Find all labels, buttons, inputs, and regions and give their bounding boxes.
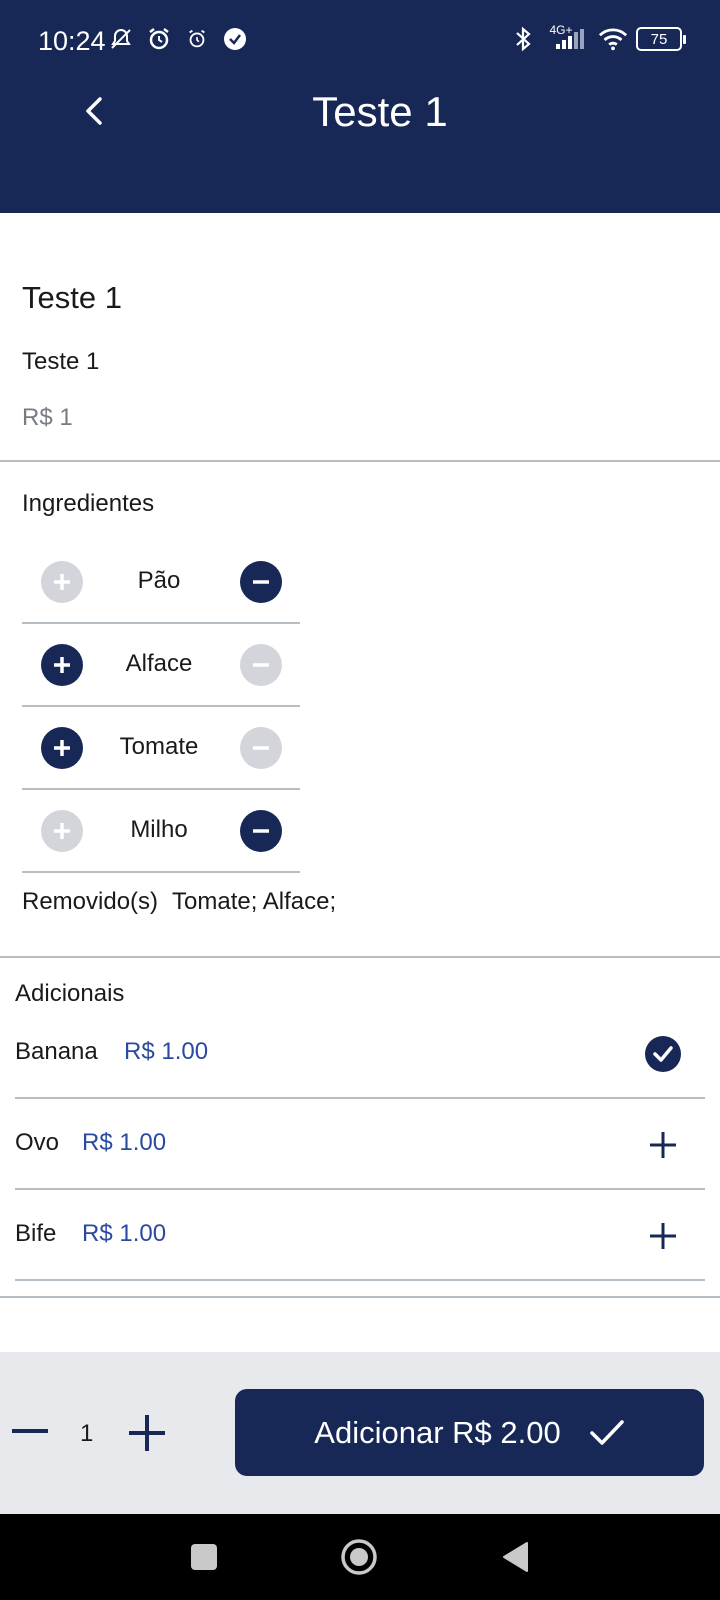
plus-icon	[650, 1223, 676, 1249]
minus-icon	[253, 663, 269, 667]
add-ingredient-button[interactable]	[41, 644, 83, 686]
extra-add-button[interactable]	[643, 1125, 683, 1165]
extra-row-banana[interactable]: Banana R$ 1.00	[15, 1008, 705, 1099]
status-bar: 10:24 4G+ 75	[0, 0, 720, 84]
plus-icon	[129, 1415, 165, 1451]
product-description: Teste 1	[22, 348, 100, 375]
back-nav-button[interactable]	[494, 1536, 536, 1578]
extra-price: R$ 1.00	[82, 1220, 167, 1247]
wifi-icon	[598, 24, 628, 54]
ingredient-row-alface: Alface	[22, 624, 300, 707]
minus-icon	[253, 580, 269, 584]
extra-name: Banana	[15, 1038, 98, 1065]
product-price: R$ 1	[22, 404, 73, 431]
divider	[0, 460, 720, 462]
status-time: 10:24	[38, 26, 106, 56]
bluetooth-icon	[508, 24, 538, 54]
minus-icon	[253, 746, 269, 750]
product-detail-screen: 10:24 4G+ 75 Teste 1 Teste 1 Teste 1 R$ …	[0, 0, 720, 1600]
extra-price: R$ 1.00	[82, 1129, 167, 1156]
square-icon	[191, 1544, 217, 1570]
quantity-decrease-button[interactable]	[10, 1412, 50, 1452]
extra-row-bife[interactable]: Bife R$ 1.00	[15, 1190, 705, 1281]
home-circle-icon	[341, 1539, 377, 1575]
plus-icon	[650, 1132, 676, 1158]
extra-name: Bife	[15, 1220, 57, 1247]
product-name: Teste 1	[22, 280, 122, 315]
add-to-cart-label: Adicionar R$ 2.00	[314, 1414, 561, 1450]
ingredient-row-milho: Milho	[22, 790, 300, 873]
alarm-small-icon	[182, 24, 212, 54]
signal-icon: 4G+	[546, 23, 590, 54]
extra-name: Ovo	[15, 1129, 60, 1156]
plus-icon	[54, 657, 70, 673]
extras-title: Adicionais	[15, 980, 125, 1007]
extra-add-button[interactable]	[643, 1216, 683, 1256]
add-to-cart-button[interactable]: Adicionar R$ 2.00	[235, 1389, 704, 1476]
divider	[0, 1296, 720, 1298]
extra-row-ovo[interactable]: Ovo R$ 1.00	[15, 1099, 705, 1190]
plus-icon	[54, 574, 70, 590]
alarm-icon	[144, 24, 174, 54]
battery-icon: 75	[636, 27, 686, 51]
system-navigation-bar	[0, 1514, 720, 1600]
extra-selected-toggle[interactable]	[643, 1034, 683, 1074]
add-ingredient-button[interactable]	[41, 727, 83, 769]
ingredient-label: Pão	[137, 567, 181, 594]
app-header: 10:24 4G+ 75 Teste 1	[0, 0, 720, 213]
divider	[0, 956, 720, 958]
quantity-value: 1	[80, 1420, 94, 1447]
ingredient-row-tomate: Tomate	[22, 707, 300, 790]
ingredient-label: Milho	[130, 816, 188, 843]
recent-apps-button[interactable]	[183, 1536, 225, 1578]
add-ingredient-button[interactable]	[41, 810, 83, 852]
removed-ingredients-summary: Removido(s) Tomate; Alface;	[22, 888, 336, 916]
extra-price: R$ 1.00	[124, 1038, 209, 1065]
ingredient-label: Alface	[125, 650, 193, 677]
quantity-increase-button[interactable]	[126, 1412, 168, 1454]
check-circle-icon	[645, 1036, 681, 1072]
add-ingredient-button[interactable]	[41, 561, 83, 603]
check-icon	[589, 1419, 624, 1445]
remove-ingredient-button[interactable]	[240, 810, 282, 852]
ingredient-label: Tomate	[119, 733, 199, 760]
muted-bell-icon	[106, 24, 136, 54]
page-title: Teste 1	[312, 88, 448, 135]
remove-ingredient-button[interactable]	[240, 644, 282, 686]
removed-value: Tomate; Alface;	[172, 888, 337, 915]
ingredient-row-pao: Pão	[22, 541, 300, 624]
removed-label: Removido(s)	[22, 888, 159, 915]
home-button[interactable]	[338, 1536, 380, 1578]
remove-ingredient-button[interactable]	[240, 561, 282, 603]
minus-icon	[12, 1429, 48, 1433]
remove-ingredient-button[interactable]	[240, 727, 282, 769]
ingredients-title: Ingredientes	[22, 490, 155, 517]
check-circle-icon	[220, 24, 250, 54]
minus-icon	[253, 829, 269, 833]
plus-icon	[54, 740, 70, 756]
triangle-back-icon	[503, 1542, 528, 1572]
plus-icon	[54, 823, 70, 839]
